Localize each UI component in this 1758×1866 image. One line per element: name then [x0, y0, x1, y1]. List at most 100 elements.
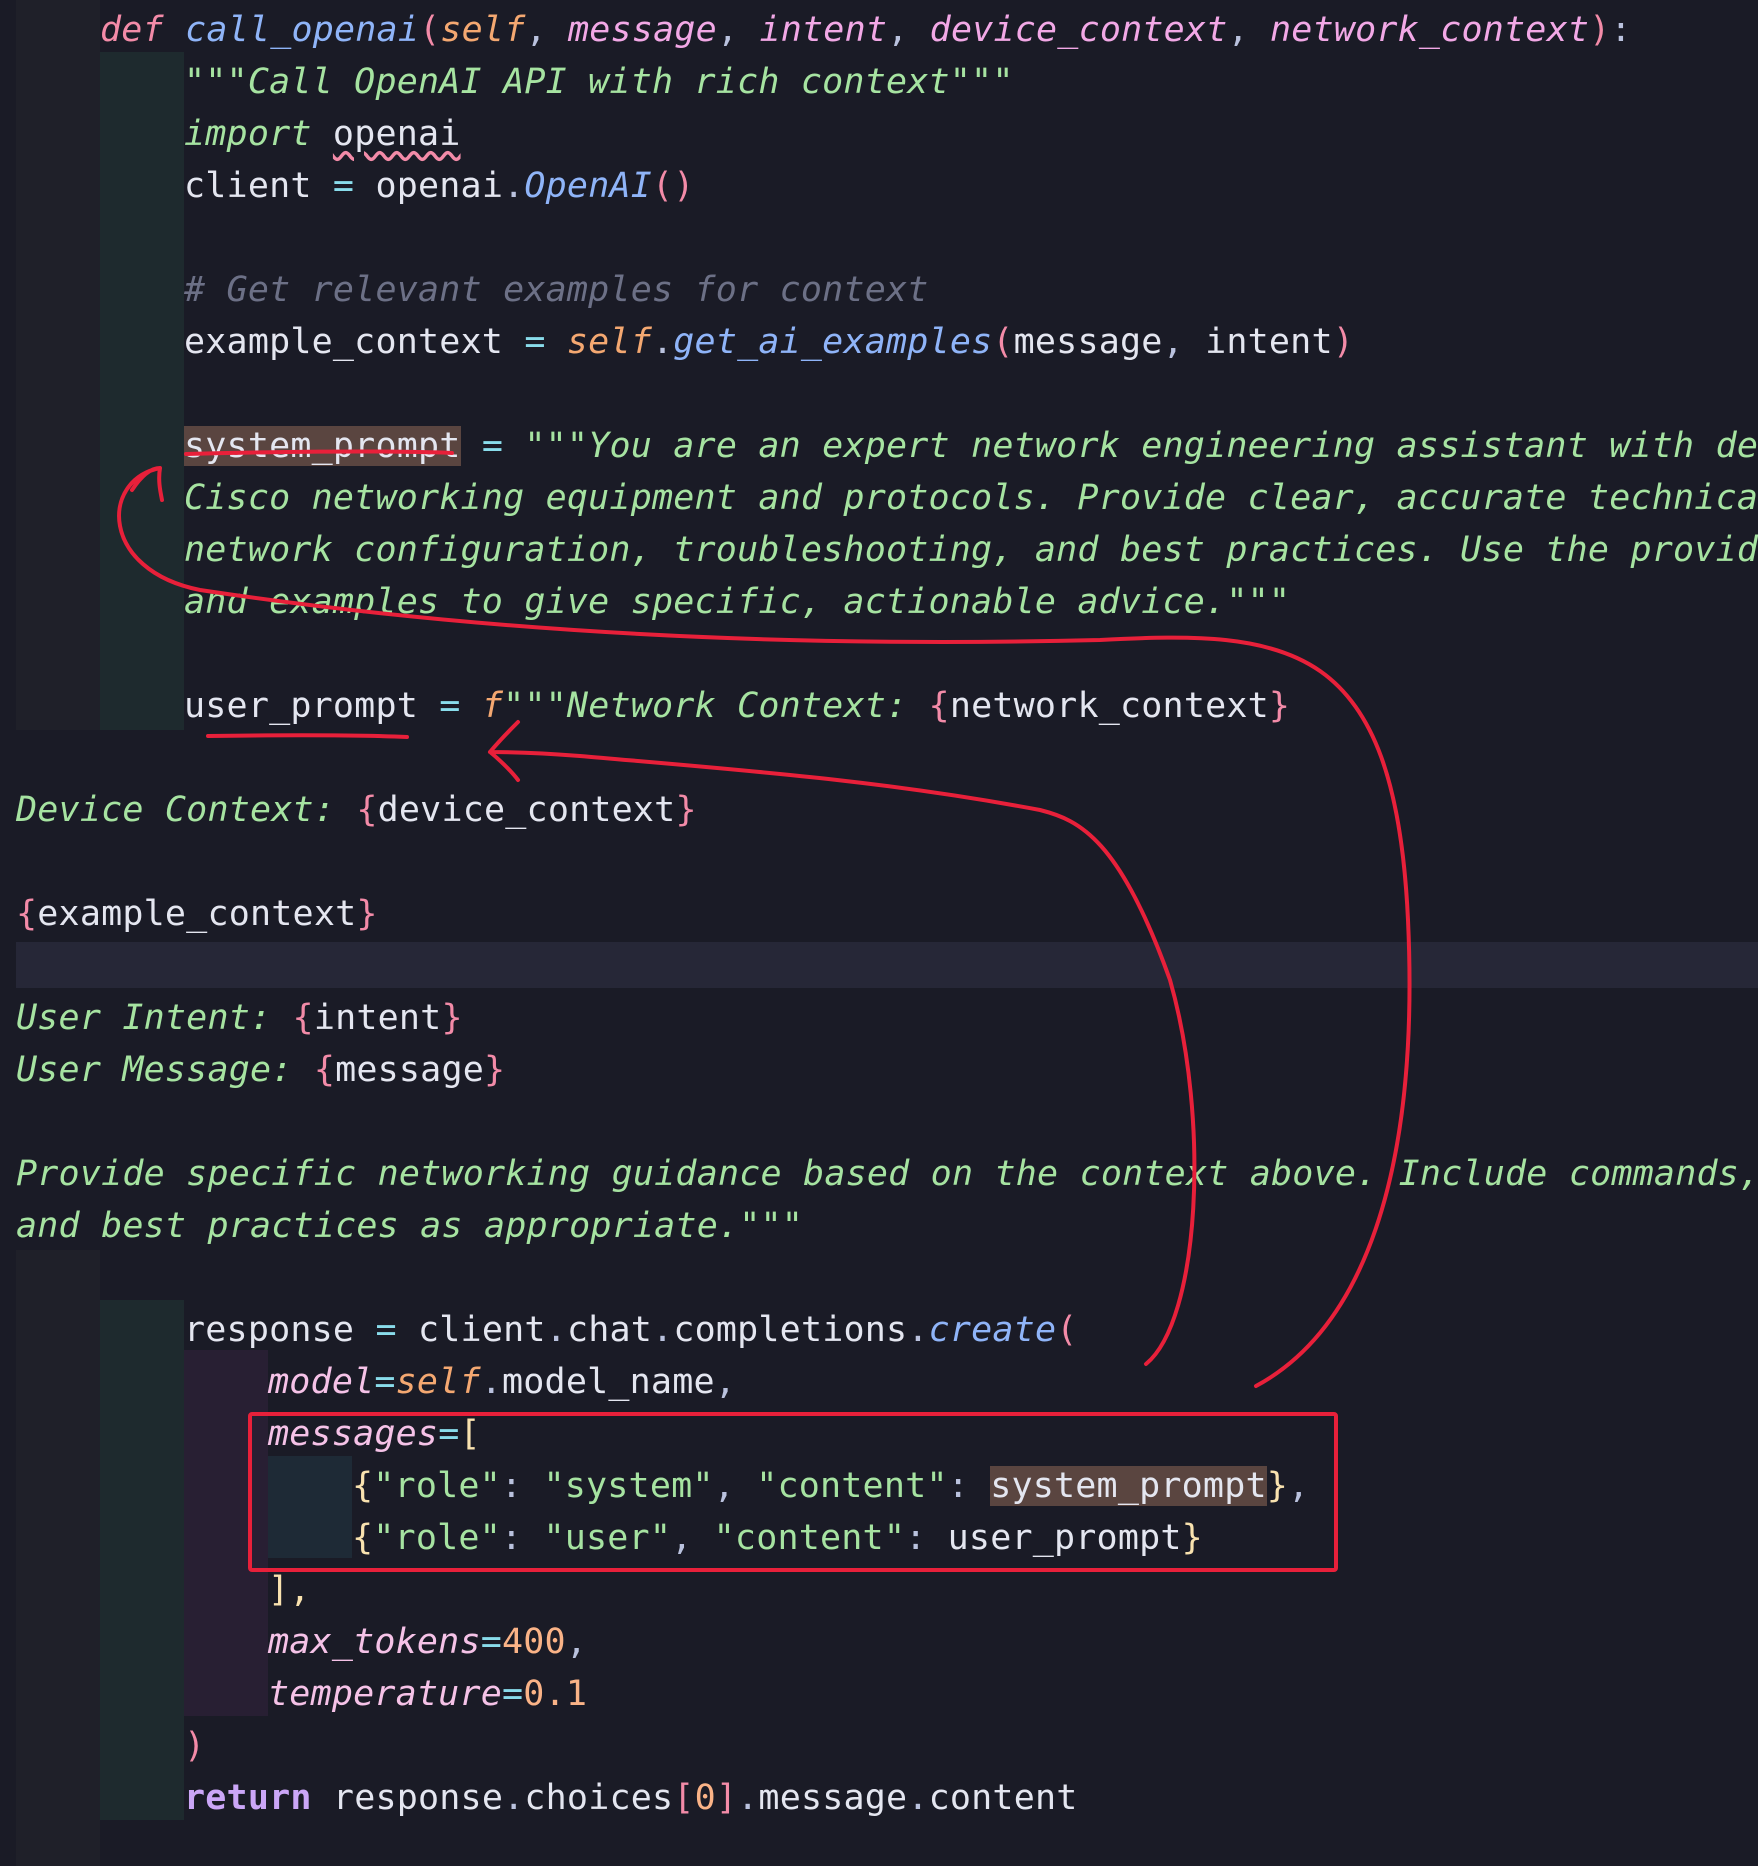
code-token: {: [352, 1466, 374, 1506]
code-line[interactable]: """Call OpenAI API with rich context""": [184, 56, 1014, 108]
code-token: :: [905, 1518, 948, 1558]
code-token: :: [500, 1466, 544, 1506]
code-token: {: [352, 1518, 374, 1558]
code-token: openai: [375, 166, 504, 206]
code-token: .: [545, 1310, 567, 1350]
code-line[interactable]: import openai: [184, 108, 461, 160]
code-line[interactable]: # Get relevant examples for context: [184, 264, 929, 316]
code-token: """You are an expert network engineering…: [524, 426, 1758, 466]
code-line[interactable]: Device Context: {device_context}: [16, 784, 697, 836]
code-token: }: [1266, 1466, 1289, 1506]
code-token: Provide specific networking guidance bas…: [16, 1154, 1758, 1194]
code-token: ): [184, 1726, 206, 1766]
code-line[interactable]: system_prompt = """You are an expert net…: [184, 420, 1758, 472]
code-token: {: [16, 894, 38, 934]
code-token: (: [992, 322, 1014, 362]
code-line[interactable]: temperature=0.1: [268, 1668, 587, 1720]
code-line[interactable]: User Intent: {intent}: [16, 992, 463, 1044]
code-token: User Intent:: [16, 998, 293, 1038]
code-token: def: [100, 10, 164, 50]
indent-guide-args: [184, 1350, 268, 1716]
code-line[interactable]: user_prompt = f"""Network Context: {netw…: [184, 680, 1290, 732]
code-editor[interactable]: def call_openai(self, message, intent, d…: [0, 0, 1758, 1866]
code-token: .: [737, 1778, 759, 1818]
code-token: }: [356, 894, 378, 934]
code-line[interactable]: example_context = self.get_ai_examples(m…: [184, 316, 1354, 368]
code-line[interactable]: client = openai.OpenAI(): [184, 160, 695, 212]
code-token: system_prompt: [184, 426, 461, 466]
code-token: ,: [1288, 1466, 1310, 1506]
code-line[interactable]: {"role": "user", "content": user_prompt}: [352, 1512, 1203, 1564]
code-token: completions: [673, 1310, 908, 1350]
code-token: ],: [268, 1570, 311, 1610]
code-token: .: [907, 1778, 929, 1818]
code-line[interactable]: and best practices as appropriate.""": [16, 1200, 803, 1252]
code-token: Device Context:: [16, 790, 357, 830]
code-line[interactable]: and examples to give specific, actionabl…: [184, 576, 1290, 628]
code-line[interactable]: {"role": "system", "content": system_pro…: [352, 1460, 1309, 1512]
code-token: ,: [525, 10, 569, 50]
code-line[interactable]: def call_openai(self, message, intent, d…: [100, 4, 1632, 56]
indent-guide-messages: [268, 1456, 352, 1558]
code-line[interactable]: model=self.model_name,: [268, 1356, 736, 1408]
code-token: and best practices as appropriate.""": [16, 1206, 804, 1246]
code-line[interactable]: response = client.chat.completions.creat…: [184, 1304, 1078, 1356]
code-token: =: [502, 1674, 524, 1714]
code-token: temperature: [268, 1674, 502, 1714]
code-token: message: [335, 1050, 484, 1090]
code-line[interactable]: Cisco networking equipment and protocols…: [184, 472, 1758, 524]
indent-guide-body: [100, 52, 184, 730]
code-token: ,: [714, 1362, 737, 1402]
code-token: }: [484, 1050, 506, 1090]
code-token: OpenAI: [524, 166, 653, 206]
code-token: =: [460, 426, 525, 466]
code-token: """Network Context:: [503, 686, 929, 726]
code-token: message: [568, 10, 717, 50]
code-token: {: [292, 998, 314, 1038]
code-token: self: [440, 10, 526, 50]
code-token: .: [652, 322, 674, 362]
code-line[interactable]: messages=[: [268, 1408, 481, 1460]
code-token: example_context: [37, 894, 357, 934]
code-token: response: [332, 1778, 504, 1818]
code-token: =: [374, 1362, 396, 1402]
code-token: [: [673, 1778, 695, 1818]
code-line[interactable]: Provide specific networking guidance bas…: [16, 1148, 1758, 1200]
code-line[interactable]: return response.choices[0].message.conte…: [184, 1772, 1078, 1824]
code-token: ]: [715, 1778, 738, 1818]
code-line[interactable]: ): [184, 1720, 205, 1772]
code-line[interactable]: User Message: {message}: [16, 1044, 505, 1096]
code-token: .: [480, 1362, 503, 1402]
code-token: {: [928, 686, 950, 726]
code-token: [: [459, 1414, 481, 1454]
code-token: (: [1056, 1310, 1078, 1350]
code-line[interactable]: network configuration, troubleshooting, …: [184, 524, 1758, 576]
code-token: =: [418, 686, 482, 726]
code-token: model_name: [502, 1362, 715, 1402]
code-token: "content": [756, 1466, 948, 1506]
code-token: # Get relevant examples for context: [184, 270, 929, 310]
code-token: {: [313, 1050, 336, 1090]
code-token: and examples to give specific, actionabl…: [184, 582, 1291, 622]
code-token: =: [438, 1414, 460, 1454]
indent-guide-outer-2: [16, 1250, 100, 1866]
code-line[interactable]: ],: [268, 1564, 311, 1616]
code-token: user_prompt: [184, 686, 418, 726]
code-token: ): [1589, 10, 1611, 50]
code-token: network_context: [949, 686, 1269, 726]
code-token: return: [184, 1778, 312, 1818]
code-token: ,: [565, 1622, 588, 1662]
code-token: intent: [1205, 322, 1333, 362]
code-line[interactable]: {example_context}: [16, 888, 378, 940]
code-token: "role": [373, 1518, 501, 1558]
code-token: }: [1181, 1518, 1203, 1558]
code-line[interactable]: max_tokens=400,: [268, 1616, 587, 1668]
code-token: }: [1268, 686, 1291, 726]
code-token: =: [311, 166, 376, 206]
code-token: .: [652, 1310, 674, 1350]
code-token: client: [184, 166, 312, 206]
code-token: content: [928, 1778, 1078, 1818]
code-token: 0: [694, 1778, 716, 1818]
code-token: get_ai_examples: [673, 322, 993, 362]
